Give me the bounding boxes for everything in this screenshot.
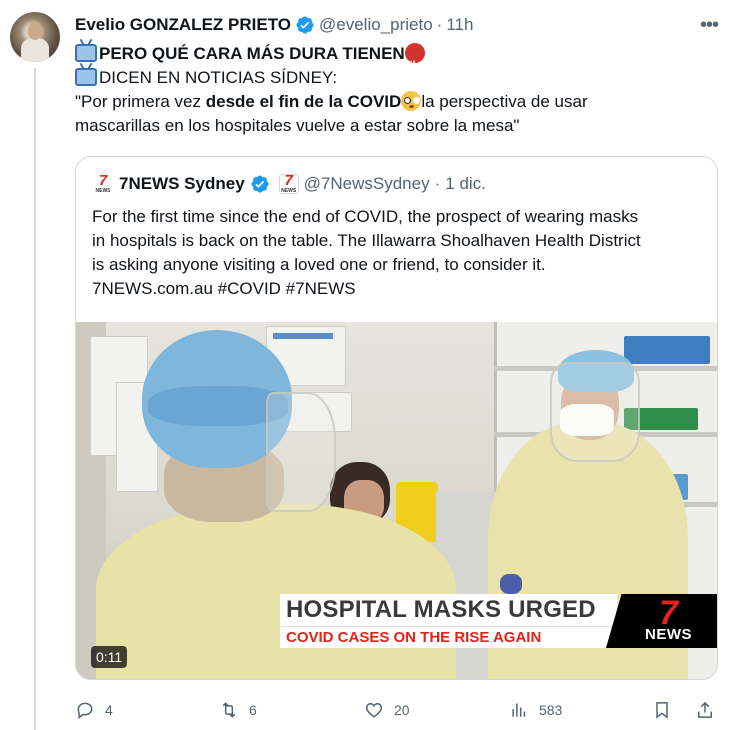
quote-line: 7NEWS.com.au #COVID #7NEWS <box>92 279 356 298</box>
video-supply-box <box>624 336 710 364</box>
tweet-line-4: mascarillas en los hospitales vuelve a e… <box>75 116 520 135</box>
bookmark-button[interactable] <box>652 698 672 722</box>
author-name[interactable]: Evelio GONZALEZ PRIETO <box>75 15 291 35</box>
tweet-text: PERO QUÉ CARA MÁS DURA TIENEN DICEN EN N… <box>75 42 725 138</box>
7news-avatar-news: NEWS <box>95 188 111 194</box>
tweet-actions: 4 6 20 583 <box>75 698 725 722</box>
author-handle[interactable]: @evelio_prieto <box>319 15 433 35</box>
7news-avatar-seven: 7 <box>98 172 108 189</box>
tweet-line-3c: la perspectiva de usar <box>421 92 588 111</box>
like-button[interactable]: 20 <box>364 698 410 722</box>
tweet-line-1-text: PERO QUÉ CARA MÁS DURA TIENEN <box>99 44 405 63</box>
heart-icon <box>365 702 383 718</box>
more-options-icon[interactable]: ••• <box>698 14 720 36</box>
quote-line: is asking anyone visiting a loved one or… <box>92 255 546 274</box>
angry-cursing-face-icon <box>404 43 425 76</box>
reply-button[interactable]: 4 <box>75 698 113 722</box>
tweet-line-3a: "Por primera vez <box>75 92 206 111</box>
quoted-tweet-card[interactable]: 7 NEWS 7NEWS Sydney 7 NEWS @7NewsSydney … <box>75 156 718 680</box>
avatar-figure <box>21 38 49 62</box>
video-nurse-gown <box>96 504 456 679</box>
reply-icon <box>77 702 93 720</box>
tweet-line-2: DICEN EN NOTICIAS SÍDNEY: <box>75 66 725 90</box>
retweet-icon <box>222 702 236 718</box>
retweet-button[interactable]: 6 <box>219 698 257 722</box>
separator-dot: · <box>436 15 443 34</box>
views-bar-chart-icon <box>512 703 526 717</box>
7news-avatar[interactable]: 7 NEWS <box>92 173 114 195</box>
quote-author-handle[interactable]: @7NewsSydney <box>304 174 430 194</box>
quote-header: 7 NEWS 7NEWS Sydney 7 NEWS @7NewsSydney … <box>92 173 486 195</box>
separator-dot: · <box>434 174 441 193</box>
news-lower-third: HOSPITAL MASKS URGED COVID CASES ON THE … <box>280 594 717 650</box>
7news-logo-seven: 7 <box>659 594 678 632</box>
7news-affiliate-badge: 7 NEWS <box>278 172 299 194</box>
news-headline: HOSPITAL MASKS URGED <box>280 594 617 626</box>
quote-author-name[interactable]: 7NEWS Sydney <box>119 174 245 194</box>
tweet-time[interactable]: 11h <box>446 15 473 35</box>
tweet-line-2-text: DICEN EN NOTICIAS SÍDNEY: <box>99 68 338 87</box>
affiliate-badge-news: NEWS <box>281 188 297 194</box>
tweet-line-3: "Por primera vez desde el fin de la COVI… <box>75 90 725 114</box>
views-button[interactable]: 583 <box>509 698 562 722</box>
author-avatar[interactable] <box>10 12 60 62</box>
view-count: 583 <box>539 702 563 718</box>
verified-badge-icon <box>251 175 269 193</box>
video-glove <box>500 574 522 594</box>
news-subheadline: COVID CASES ON THE RISE AGAIN <box>280 626 617 648</box>
video-face-shield <box>266 392 336 512</box>
tv-icon <box>75 44 97 62</box>
avatar-face <box>28 22 42 40</box>
quote-line: For the first time since the end of COVI… <box>92 207 639 226</box>
7news-logo: 7 NEWS <box>606 594 717 648</box>
verified-badge-icon <box>296 16 314 34</box>
tweet-header: Evelio GONZALEZ PRIETO @evelio_prieto · … <box>75 14 473 36</box>
7news-logo-news: NEWS <box>645 626 692 643</box>
video-player[interactable]: HOSPITAL MASKS URGED COVID CASES ON THE … <box>76 322 717 679</box>
bookmark-icon <box>656 702 668 719</box>
flushed-face-icon <box>401 91 422 111</box>
like-count: 20 <box>394 702 410 718</box>
affiliate-badge-seven: 7 <box>284 172 293 189</box>
reply-count: 4 <box>105 702 113 718</box>
quote-line: in hospitals is back on the table. The I… <box>92 231 641 250</box>
thread-line <box>34 68 36 730</box>
quote-date[interactable]: 1 dic. <box>445 174 486 194</box>
quote-text: For the first time since the end of COVI… <box>92 205 702 301</box>
video-face-shield <box>550 362 640 462</box>
tv-icon <box>75 68 97 86</box>
share-button[interactable] <box>695 698 715 722</box>
tweet-line-3b: desde el fin de la COVID <box>205 92 402 111</box>
video-duration: 0:11 <box>91 646 128 668</box>
retweet-count: 6 <box>249 702 257 718</box>
tweet-line-1: PERO QUÉ CARA MÁS DURA TIENEN <box>75 42 725 76</box>
share-icon <box>698 701 712 718</box>
